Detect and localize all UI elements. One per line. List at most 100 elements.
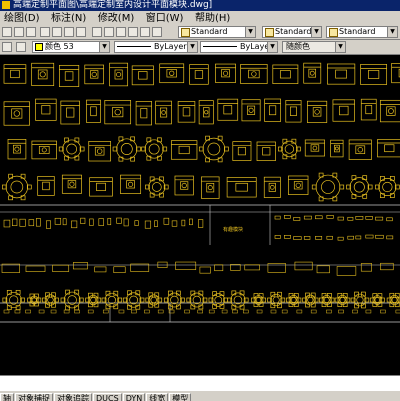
furniture-block	[3, 101, 30, 126]
menu-dimension[interactable]: 标注(N)	[47, 12, 90, 25]
chair-block	[107, 217, 112, 226]
furniture-block	[31, 62, 55, 86]
furniture-block	[217, 98, 239, 121]
zoom-previous-icon[interactable]	[76, 27, 86, 37]
table-block	[270, 309, 277, 314]
furniture-block	[241, 99, 261, 122]
furniture-block	[288, 175, 309, 195]
center-note: 有趣模块	[223, 226, 243, 233]
chevron-down-icon[interactable]: ▼	[311, 27, 321, 37]
chair-block	[365, 234, 374, 239]
chair-block	[274, 215, 281, 220]
sofa-block	[52, 264, 70, 272]
markup-icon[interactable]	[140, 27, 150, 37]
furniture-block	[174, 175, 194, 196]
pan-icon[interactable]	[40, 27, 50, 37]
sofa-block	[1, 263, 20, 273]
chair-block	[386, 235, 394, 240]
sofa-block	[244, 264, 260, 271]
chevron-down-icon[interactable]: ▼	[99, 42, 109, 52]
menu-help[interactable]: 帮助(H)	[191, 12, 234, 25]
table-block	[365, 309, 372, 314]
table-style-select[interactable]: Standard ▼	[326, 26, 398, 38]
chair-block	[123, 218, 129, 227]
table-block	[352, 309, 358, 314]
furniture-block	[155, 100, 172, 125]
chevron-down-icon[interactable]: ▼	[245, 27, 255, 37]
furniture-block	[332, 99, 355, 122]
furniture-block	[198, 100, 214, 125]
chair-block	[274, 235, 281, 239]
color-select[interactable]: 颜色 53 ▼	[32, 41, 110, 53]
calculator-icon[interactable]	[152, 27, 162, 37]
furniture-block	[379, 99, 400, 123]
table-block	[310, 309, 317, 314]
properties-icon[interactable]	[92, 27, 102, 37]
menu-modify[interactable]: 修改(M)	[94, 12, 138, 25]
furniture-block	[215, 63, 236, 83]
sofa-block	[94, 266, 107, 273]
make-current-icon[interactable]	[16, 42, 26, 52]
chair-block	[154, 220, 158, 227]
furniture-block	[360, 64, 388, 85]
chair-block	[171, 220, 178, 227]
layer-manager-icon[interactable]	[2, 42, 12, 52]
chevron-down-icon[interactable]: ▼	[187, 42, 197, 52]
lineweight-select[interactable]: ByLayer ▼	[200, 41, 278, 53]
furniture-block	[60, 100, 80, 125]
furniture-block	[264, 98, 281, 122]
dim-style-select[interactable]: Standard ▼	[262, 26, 322, 38]
sofa-block	[316, 265, 330, 274]
chevron-down-icon[interactable]: ▼	[335, 42, 345, 52]
table-block	[63, 309, 70, 314]
plotstyle-select[interactable]: 随颜色 ▼	[282, 41, 346, 53]
chair-block	[80, 217, 86, 224]
redo-icon[interactable]	[26, 27, 36, 37]
linetype-select[interactable]: ByLayer ▼	[114, 41, 198, 53]
chair-block	[386, 217, 393, 222]
round-table-block	[60, 289, 84, 311]
table-block	[326, 309, 332, 314]
chevron-down-icon[interactable]: ▼	[267, 42, 277, 52]
design-center-icon[interactable]	[104, 27, 114, 37]
table-block	[395, 309, 400, 314]
round-table-block	[27, 293, 42, 307]
chair-block	[284, 215, 291, 219]
round-table-block	[145, 176, 169, 198]
chair-block	[181, 219, 186, 227]
chair-block	[3, 219, 11, 228]
round-table-block	[141, 137, 168, 161]
round-table-block	[122, 290, 145, 310]
table-block	[296, 309, 303, 314]
match-icon[interactable]	[2, 27, 12, 37]
sheet-set-icon[interactable]	[128, 27, 138, 37]
round-table-block	[198, 135, 229, 163]
round-table-block	[334, 292, 351, 308]
chevron-down-icon[interactable]: ▼	[387, 27, 397, 37]
table-block	[14, 309, 21, 314]
menu-window[interactable]: 窗口(W)	[142, 12, 188, 25]
furniture-block	[31, 140, 57, 160]
chair-block	[54, 217, 62, 225]
chair-block	[303, 215, 312, 220]
round-table-block	[227, 290, 249, 310]
chair-block	[293, 236, 302, 240]
command-line[interactable]	[0, 375, 400, 391]
text-style-select[interactable]: Standard ▼	[178, 26, 256, 38]
chair-block	[71, 220, 78, 229]
zoom-window-icon[interactable]	[64, 27, 74, 37]
round-table-block	[278, 138, 301, 160]
table-block	[380, 309, 386, 314]
zoom-realtime-icon[interactable]	[52, 27, 62, 37]
table-block	[38, 309, 45, 314]
chair-block	[19, 218, 26, 227]
model-space[interactable]: 有趣模块	[0, 55, 400, 375]
undo-icon[interactable]	[14, 27, 24, 37]
round-table-block	[346, 175, 373, 199]
furniture-block	[285, 100, 302, 123]
furniture-block	[37, 176, 55, 196]
tool-palette-icon[interactable]	[116, 27, 126, 37]
sofa-block	[175, 261, 197, 270]
drawing-canvas[interactable]: 有趣模块	[0, 55, 400, 375]
menu-draw[interactable]: 绘图(D)	[0, 12, 44, 25]
